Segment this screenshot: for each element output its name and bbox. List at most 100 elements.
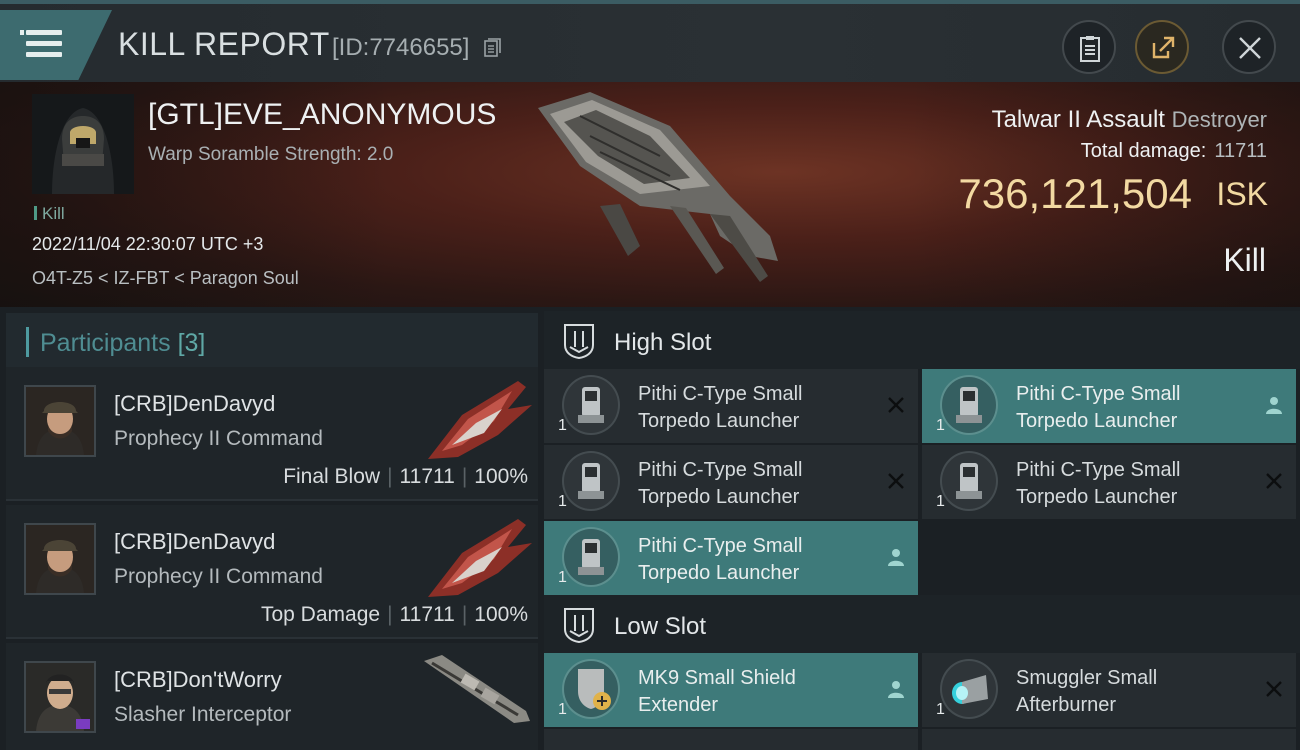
share-button[interactable] — [1135, 20, 1189, 74]
victim-avatar[interactable] — [32, 94, 134, 194]
kill-location: O4T-Z5 < IZ-FBT < Paragon Soul — [32, 268, 299, 288]
torpedo-launcher-icon — [562, 451, 620, 511]
module-item[interactable]: 1 Pithi C-Type Small Torpedo Launcher — [922, 369, 1296, 443]
module-qty: 1 — [936, 701, 945, 718]
module-item[interactable]: 1 Pithi C-Type Small Torpedo Launcher — [922, 445, 1296, 519]
module-name: Pithi C-Type Small Torpedo Launcher — [638, 383, 803, 432]
dropped-icon — [888, 549, 904, 566]
destroyed-icon — [1266, 473, 1282, 489]
participant-stats: Final Blow | 11711 | 100% — [283, 465, 528, 488]
fittings-panel: High Slot 1 Pithi C-Type Small Torpedo L… — [540, 307, 1300, 750]
module-qty: 1 — [558, 701, 567, 718]
close-button[interactable] — [1222, 20, 1276, 74]
low-slot-header: Low Slot — [544, 595, 1300, 653]
warp-scramble-strength: Warp Soramble Strength: 2.0 — [148, 144, 394, 165]
participant-row[interactable]: [CRB]Don'tWorry Slasher Interceptor — [6, 643, 538, 750]
module-qty: 1 — [558, 417, 567, 434]
total-damage-label: Total damage: — [1080, 140, 1207, 162]
participant-name: [CRB]DenDavyd — [114, 529, 276, 554]
shield-extender-icon — [562, 659, 620, 719]
menu-icon — [20, 30, 62, 58]
participant-ship-image — [428, 381, 532, 459]
menu-button[interactable] — [0, 10, 112, 80]
participant-role: Top Damage — [260, 603, 381, 626]
participant-ship: Slasher Interceptor — [114, 703, 292, 726]
module-name: MK9 Small Shield Extender — [638, 667, 796, 716]
module-item[interactable]: 1 Pithi C-Type Small Torpedo Launcher — [544, 369, 918, 443]
close-icon — [1239, 37, 1261, 59]
kill-tag: Kill — [34, 204, 65, 224]
participant-stats: Top Damage | 11711 | 100% — [260, 603, 528, 626]
ship-type: Talwar II Assault — [991, 106, 1165, 133]
module-qty: 1 — [558, 493, 567, 510]
destroyed-icon — [1266, 681, 1282, 697]
clipboard-button[interactable] — [1062, 20, 1116, 74]
victim-ship-name: Talwar II Assault Destroyer — [992, 106, 1267, 134]
dropped-icon — [888, 681, 904, 698]
total-damage-value: 11711 — [1214, 140, 1267, 162]
participant-name: [CRB]Don'tWorry — [114, 667, 282, 692]
torpedo-launcher-icon — [940, 375, 998, 435]
participants-count: [3] — [177, 329, 206, 357]
total-damage: Total damage: 11711 — [1081, 140, 1267, 163]
torpedo-launcher-icon — [562, 375, 620, 435]
victim-name[interactable]: [GTL]EVE_ANONYMOUS — [148, 98, 496, 132]
low-slot-label: Low Slot — [614, 613, 707, 640]
ship-class: Destroyer — [1171, 107, 1267, 132]
participant-name: [CRB]DenDavyd — [114, 391, 276, 416]
share-icon — [1152, 36, 1175, 59]
module-qty: 1 — [558, 569, 567, 586]
participant-row[interactable]: [CRB]DenDavyd Prophecy II Command Final … — [6, 367, 538, 501]
report-id: [ID:7746655] — [332, 34, 470, 61]
high-slot-header: High Slot — [544, 311, 1300, 369]
module-name: Pithi C-Type Small Torpedo Launcher — [638, 535, 803, 584]
module-name: Smuggler Small Afterburner — [1016, 667, 1158, 716]
module-name: Pithi C-Type Small Torpedo Launcher — [1016, 383, 1181, 432]
participants-panel: Participants [3] [CRB]DenDavyd Prophecy … — [0, 307, 540, 750]
kill-result: Kill — [1223, 242, 1266, 278]
kill-report-screen: KILL REPORT [ID:7746655] [GTL]EVE_ANONYM… — [0, 0, 1300, 750]
participant-ship: Prophecy II Command — [114, 565, 323, 588]
destroyed-icon — [888, 473, 904, 489]
module-item[interactable]: 1 Smuggler Small Afterburner — [922, 653, 1296, 727]
page-title: KILL REPORT — [118, 26, 330, 62]
victim-banner: [GTL]EVE_ANONYMOUS Warp Soramble Strengt… — [0, 82, 1300, 307]
participant-ship-image — [424, 655, 530, 723]
participant-avatar[interactable] — [24, 523, 96, 595]
participant-damage: 11711 — [399, 465, 455, 488]
high-slot-label: High Slot — [614, 329, 712, 356]
module-qty: 1 — [936, 417, 945, 434]
module-item[interactable]: 1 Pithi C-Type Small Torpedo Launcher — [544, 445, 918, 519]
participant-percent: 100% — [474, 465, 528, 488]
module-item[interactable]: 1 MK9 Small Shield Extender — [544, 653, 918, 727]
participants-label: Participants — [40, 329, 171, 357]
low-slot-icon — [564, 608, 594, 643]
module-item[interactable]: 1 Pithi C-Type Small Torpedo Launcher — [544, 521, 918, 595]
kill-datetime: 2022/11/04 22:30:07 UTC +3 — [32, 234, 264, 254]
copy-icon[interactable] — [484, 38, 502, 58]
module-name: Pithi C-Type Small Torpedo Launcher — [1016, 459, 1181, 508]
isk-unit: ISK — [1216, 176, 1268, 212]
dropped-icon — [1266, 397, 1282, 414]
victim-ship-image — [538, 92, 778, 282]
participant-ship-image — [428, 519, 532, 597]
module-name: Pithi C-Type Small Torpedo Launcher — [638, 459, 803, 508]
participant-avatar[interactable] — [24, 385, 96, 457]
isk-value: 736,121,504 — [958, 170, 1192, 217]
top-bar: KILL REPORT [ID:7746655] — [0, 0, 1300, 82]
torpedo-launcher-icon — [562, 527, 620, 587]
participant-role: Final Blow — [283, 465, 381, 488]
participant-row[interactable]: [CRB]DenDavyd Prophecy II Command Top Da… — [6, 505, 538, 639]
module-item[interactable] — [922, 729, 1296, 750]
participant-ship: Prophecy II Command — [114, 427, 323, 450]
participant-percent: 100% — [474, 603, 528, 626]
module-qty: 1 — [936, 493, 945, 510]
module-item[interactable] — [544, 729, 918, 750]
participants-header[interactable]: Participants [3] — [6, 313, 538, 371]
participant-avatar[interactable] — [24, 661, 96, 733]
participant-damage: 11711 — [399, 603, 455, 626]
clipboard-icon — [1080, 36, 1100, 62]
destroyed-icon — [888, 397, 904, 413]
high-slot-icon — [564, 324, 594, 359]
torpedo-launcher-icon — [940, 451, 998, 511]
